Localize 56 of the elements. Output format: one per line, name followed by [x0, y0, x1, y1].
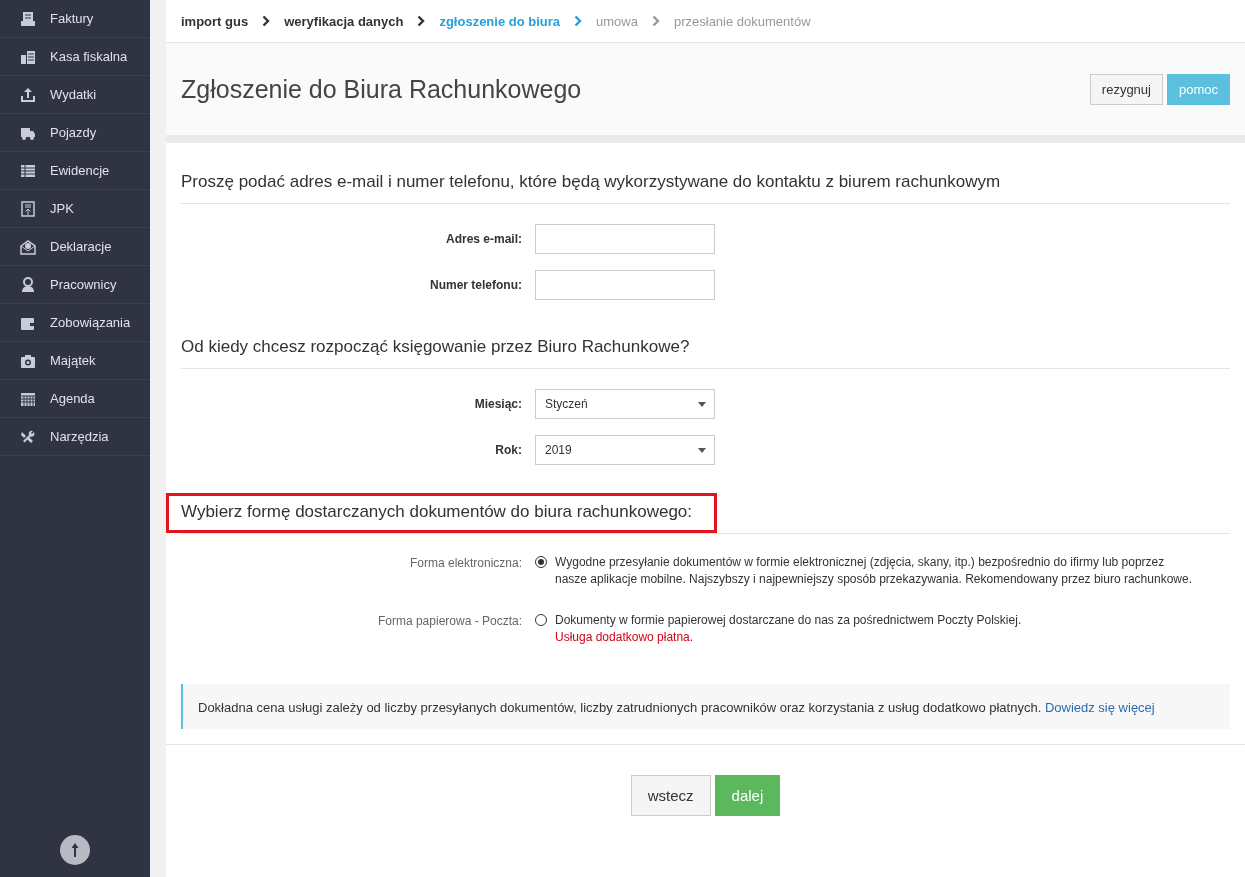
- menu-item-icon: [20, 390, 36, 407]
- option-label: Forma elektroniczna:: [408, 555, 522, 572]
- dropdown[interactable]: 2019: [535, 435, 715, 465]
- field-label: Numer telefonu:: [429, 278, 522, 292]
- field-label: Miesiąc:: [473, 397, 522, 411]
- option-note: Usługa dodatkowo płatna.: [555, 629, 695, 646]
- chevron-icon: [417, 15, 426, 27]
- wizard-step: zgłoszenie do biura: [439, 13, 561, 29]
- input-field[interactable]: [535, 270, 715, 300]
- menu-item-icon: [20, 352, 36, 369]
- option-description: Wygodne przesyłanie dokumentów w formie elektronicznej (zdjęcia, skany, itp.) bezpośrednio do ifirmy lub poprzez nasze aplikacje mobilne. Najszybszy i najpewniejszy sposób przekazywania. Rekomendowany przez biuro rachunkowe.: [555, 554, 1193, 588]
- wizard-step: weryfikacja danych: [284, 13, 404, 29]
- wizard-step: przesłanie dokumentów: [673, 13, 811, 29]
- sidebar-item[interactable]: Narzędzia: [0, 418, 150, 456]
- menu-item-icon: [20, 428, 36, 445]
- sidebar-item[interactable]: Deklaracje: [0, 228, 150, 266]
- menu-item-icon: [20, 48, 36, 65]
- scroll-top-button[interactable]: [60, 835, 90, 865]
- section-heading: Wybierz formę dostarczanych dokumentów do biura rachunkowego:: [181, 495, 1230, 534]
- menu-item-icon: [20, 276, 36, 293]
- menu-item-icon: [20, 10, 36, 27]
- sidebar-item[interactable]: Pracownicy: [0, 266, 150, 304]
- field-label: Adres e-mail:: [444, 232, 522, 246]
- wizard-step: import gus: [181, 13, 249, 29]
- sidebar-item[interactable]: Ewidencje: [0, 152, 150, 190]
- chevron-icon: [262, 15, 271, 27]
- wizard-step: umowa: [596, 13, 638, 29]
- sidebar-item[interactable]: Pojazdy: [0, 114, 150, 152]
- arrow-up-icon: [71, 842, 79, 858]
- sidebar-item[interactable]: Zobowiązania: [0, 304, 150, 342]
- chevron-icon: [574, 15, 583, 27]
- field-label: Rok:: [494, 443, 522, 457]
- sidebar-item[interactable]: Wydatki: [0, 76, 150, 114]
- section-heading: Proszę podać adres e-mail i numer telefonu, które będą wykorzystywane do kontaktu z biurem rachunkowym: [181, 165, 1230, 204]
- menu-item-icon: [20, 200, 36, 217]
- option-description: Dokumenty w formie papierowej dostarczane do nas za pośrednictwem Poczty Polskiej.: [555, 612, 1022, 629]
- menu-item-icon: [20, 86, 36, 103]
- section-heading: Od kiedy chcesz rozpocząć księgowanie przez Biuro Rachunkowe?: [181, 330, 1230, 369]
- sidebar-item[interactable]: Majątek: [0, 342, 150, 380]
- input-field[interactable]: [535, 224, 715, 254]
- nav-button[interactable]: wstecz: [630, 775, 711, 816]
- header-button[interactable]: rezygnuj: [1089, 73, 1163, 105]
- sidebar-item[interactable]: Faktury: [0, 0, 150, 38]
- chevron-icon: [651, 15, 660, 27]
- menu-item-icon: [20, 238, 36, 255]
- option-label: Forma papierowa - Poczta:: [376, 613, 522, 630]
- menu-item-icon: [20, 162, 36, 179]
- sidebar-item[interactable]: Agenda: [0, 380, 150, 418]
- caret-icon: [698, 447, 706, 453]
- caret-icon: [698, 401, 706, 407]
- learn-more-link[interactable]: Dowiedz się więcej: [1044, 700, 1155, 715]
- sidebar-item[interactable]: JPK: [0, 190, 150, 228]
- page-title: Zgłoszenie do Biura Rachunkowego: [181, 74, 582, 104]
- sidebar-item[interactable]: Kasa fiskalna: [0, 38, 150, 76]
- info-box: Dokładna cena usługi zależy od liczby przesyłanych dokumentów, liczby zatrudnionych pracowników oraz korzystania z usług dodatkowo płatnych. Dowiedz się więcej: [181, 684, 1230, 729]
- dropdown[interactable]: Styczeń: [535, 389, 715, 419]
